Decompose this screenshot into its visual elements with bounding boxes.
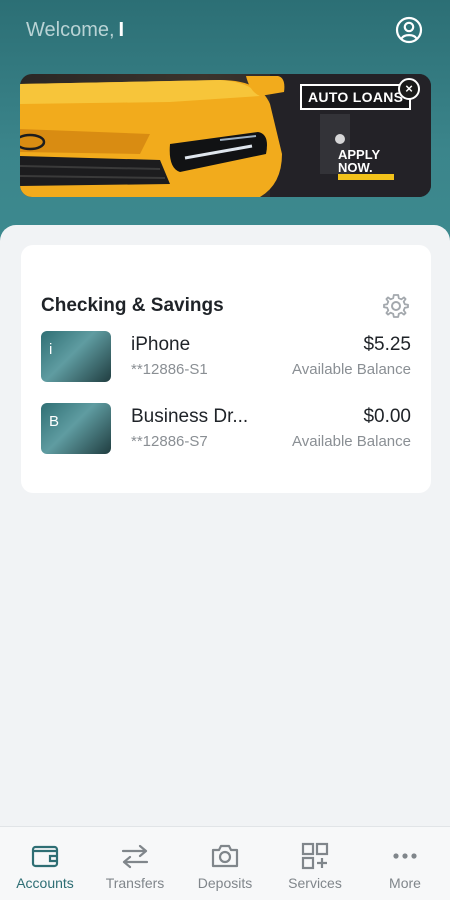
account-name: iPhone bbox=[131, 334, 191, 355]
content-sheet: Checking & Savings i iPhone **12886-S1 $… bbox=[0, 225, 450, 830]
nav-transfers[interactable]: Transfers bbox=[90, 827, 180, 900]
account-number: **12886-S1 bbox=[131, 361, 208, 378]
account-name: Business Dr... bbox=[131, 406, 249, 427]
nav-label: Accounts bbox=[16, 875, 74, 891]
account-row-iphone[interactable]: i iPhone **12886-S1 $5.25 Available Bala… bbox=[21, 331, 431, 383]
close-icon: × bbox=[405, 81, 413, 96]
account-balance: $0.00 bbox=[363, 406, 411, 427]
app-screen: Welcome, I AUTO LOANS APPLY NOW. × Check… bbox=[0, 0, 450, 900]
account-initial: B bbox=[49, 413, 60, 430]
welcome-text: Welcome, bbox=[26, 19, 115, 41]
balance-label: Available Balance bbox=[292, 361, 411, 378]
account-balance: $5.25 bbox=[363, 334, 411, 355]
balance-label: Available Balance bbox=[292, 433, 411, 450]
header: Welcome, I AUTO LOANS APPLY NOW. × bbox=[0, 0, 450, 250]
account-number: **12886-S7 bbox=[131, 433, 208, 450]
banner-cta[interactable]: APPLY NOW. bbox=[338, 148, 394, 180]
gear-icon bbox=[383, 294, 409, 318]
banner-close-button[interactable]: × bbox=[398, 78, 420, 100]
nav-label: Services bbox=[288, 875, 342, 891]
banner-cta-label: APPLY NOW. bbox=[338, 148, 394, 180]
account-thumbnail: B bbox=[41, 403, 111, 454]
grid-plus-icon bbox=[301, 842, 329, 870]
promo-banner[interactable]: AUTO LOANS APPLY NOW. × bbox=[20, 74, 431, 197]
checking-savings-card: Checking & Savings i iPhone **12886-S1 $… bbox=[21, 245, 431, 493]
account-row-business[interactable]: B Business Dr... **12886-S7 $0.00 Availa… bbox=[21, 403, 431, 455]
bottom-nav: Accounts Transfers Deposits Services Mor… bbox=[0, 826, 450, 900]
account-thumbnail: i bbox=[41, 331, 111, 382]
nav-deposits[interactable]: Deposits bbox=[180, 827, 270, 900]
wallet-icon bbox=[31, 845, 59, 868]
transfer-arrows-icon bbox=[121, 844, 149, 869]
nav-label: More bbox=[389, 875, 421, 891]
card-settings-button[interactable] bbox=[382, 292, 410, 320]
card-title: Checking & Savings bbox=[41, 295, 224, 316]
camera-icon bbox=[211, 844, 239, 868]
nav-services[interactable]: Services bbox=[270, 827, 360, 900]
account-initial: i bbox=[49, 341, 53, 358]
welcome-greeting: Welcome, I bbox=[26, 19, 124, 42]
user-circle-icon bbox=[395, 16, 423, 44]
nav-label: Transfers bbox=[105, 875, 165, 891]
banner-headline: AUTO LOANS bbox=[300, 84, 412, 110]
nav-label: Deposits bbox=[197, 875, 253, 891]
user-name: I bbox=[118, 19, 125, 41]
more-dots-icon bbox=[393, 853, 417, 859]
nav-accounts[interactable]: Accounts bbox=[0, 827, 90, 900]
profile-button[interactable] bbox=[394, 15, 424, 45]
nav-more[interactable]: More bbox=[360, 827, 450, 900]
